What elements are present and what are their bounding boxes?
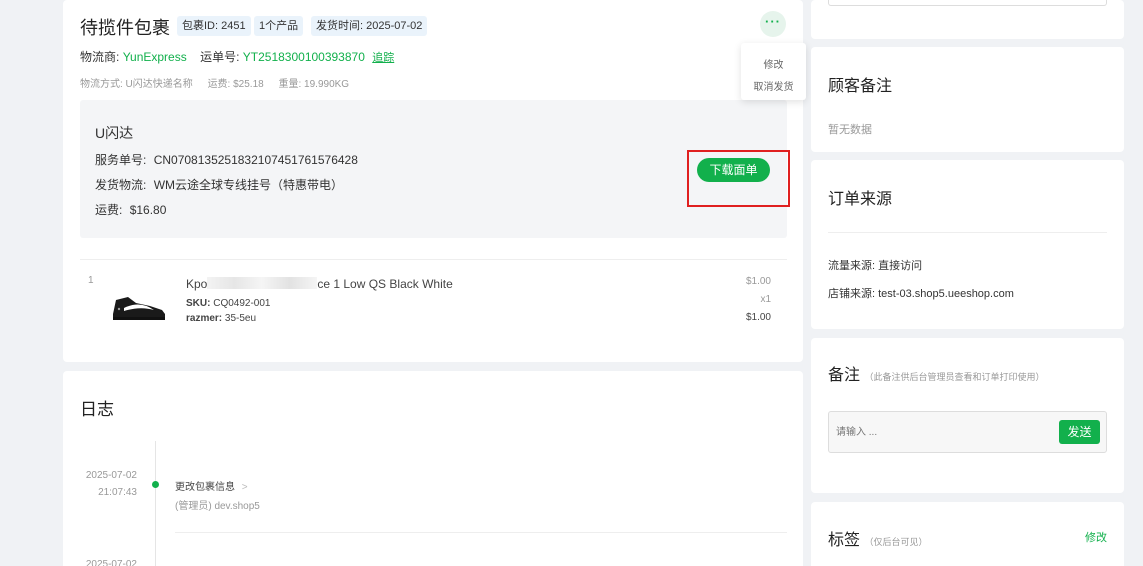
customer-note-title: 顾客备注: [828, 78, 893, 95]
timeline-dot: [152, 481, 159, 488]
log-actor: (管理员) dev.shop5: [175, 501, 260, 512]
top-right-card: [811, 0, 1124, 39]
service-label: 服务单号:: [95, 153, 147, 167]
attr-label: razmer:: [186, 313, 223, 324]
timeline-line: [155, 441, 156, 566]
menu-item-edit[interactable]: 修改: [741, 56, 806, 71]
unit-price: $1.00: [745, 276, 771, 287]
method-line: 物流方式: U闪达快递名称: [80, 79, 193, 90]
more-button[interactable]: ···: [760, 11, 786, 37]
remark-input-box: 发送: [828, 411, 1107, 453]
product-image: [110, 290, 168, 322]
log-action-text: 更改包裹信息: [175, 482, 235, 493]
log-time: 21:07:43: [98, 487, 137, 498]
logistics-label: 物流商:: [80, 50, 120, 64]
tags-edit-link[interactable]: 修改: [1085, 529, 1107, 545]
ship-date-tag: 发货时间: 2025-07-02: [311, 16, 428, 36]
traffic-label: 流量来源:: [828, 260, 876, 272]
package-id-tag: 包裹ID: 2451: [177, 16, 251, 36]
log-card: 日志 2025-07-02 21:07:43 更改包裹信息 > (管理员) de…: [63, 371, 803, 566]
fee-label: 运费:: [95, 203, 123, 217]
shipping-title: U闪达: [95, 125, 134, 141]
log-date-2: 2025-07-02: [85, 559, 137, 566]
more-menu: 修改 取消发货: [741, 43, 806, 100]
log-action[interactable]: 更改包裹信息 >: [175, 478, 248, 493]
order-source-divider: [828, 232, 1107, 233]
tags-card: 标签 （仅后台可见） 修改: [811, 502, 1124, 566]
service-value: CN07081352518321074517615764​28: [153, 153, 358, 167]
remark-hint: （此备注供后台管理员查看和订单打印使用）: [864, 372, 1045, 382]
customer-note-card: 顾客备注 暂无数据: [811, 47, 1124, 152]
traffic-value: 直接访问: [878, 260, 923, 272]
package-title: 待揽件包裹: [80, 18, 170, 38]
more-dots-icon: ···: [765, 14, 781, 29]
store-value: test-03.shop5.ueeshop.com: [878, 288, 1014, 300]
carrier-value: WM云途全球专线挂号（特惠带电）: [153, 178, 344, 192]
sku-label: SKU:: [186, 298, 211, 309]
name-redaction: [207, 277, 318, 289]
weight-line: 重量: 19.990KG: [278, 79, 350, 90]
attr-value: 35-5eu: [224, 313, 257, 324]
package-card: 待揽件包裹 包裹ID: 2451 1个产品 发货时间: 2025-07-02 ·…: [63, 0, 803, 362]
product-index: 1: [88, 275, 94, 286]
product-name-start: Kpo: [186, 277, 208, 291]
send-button[interactable]: 发送: [1059, 420, 1100, 444]
highlight-box: [687, 150, 790, 207]
shipping-box: U闪达 服务单号: CN07081352518321074517615764​2…: [80, 100, 787, 238]
quantity: x1: [760, 294, 771, 305]
store-label: 店铺来源:: [828, 288, 876, 300]
fee-value: $16.80: [129, 203, 167, 217]
remark-card: 备注 （此备注供后台管理员查看和订单打印使用） 发送: [811, 338, 1124, 493]
remark-input[interactable]: [836, 424, 1046, 440]
order-source-card: 订单来源 流量来源: 直接访问 店铺来源: test-03.shop5.uees…: [811, 160, 1124, 329]
log-divider: [175, 532, 787, 533]
product-count-tag: 1个产品: [254, 16, 304, 36]
logistics-value: YunExpress: [122, 50, 187, 64]
divider: [80, 259, 787, 260]
tags-hint: （仅后台可见）: [864, 537, 928, 547]
tags-title: 标签: [828, 532, 861, 549]
top-right-field[interactable]: [828, 0, 1107, 6]
chevron-right-icon: >: [241, 482, 248, 493]
menu-item-cancel[interactable]: 取消发货: [741, 78, 806, 93]
fee-line: 运费: $25.18: [207, 79, 264, 90]
sneaker-image: [113, 297, 165, 320]
remark-title: 备注: [828, 367, 861, 384]
customer-note-empty: 暂无数据: [828, 124, 872, 136]
product-name-end: ce 1 Low QS Black White: [317, 277, 453, 291]
track-link[interactable]: 追踪: [372, 52, 394, 64]
log-title: 日志: [80, 400, 114, 419]
order-source-title: 订单来源: [828, 191, 893, 208]
line-total: $1.00: [745, 312, 771, 323]
sku-value: CQ0492-001: [213, 298, 271, 309]
carrier-label: 发货物流:: [95, 178, 147, 192]
tracking-value: YT2518300100393870: [242, 50, 365, 64]
log-date: 2025-07-02: [85, 470, 137, 481]
tracking-label: 运单号:: [200, 50, 240, 64]
